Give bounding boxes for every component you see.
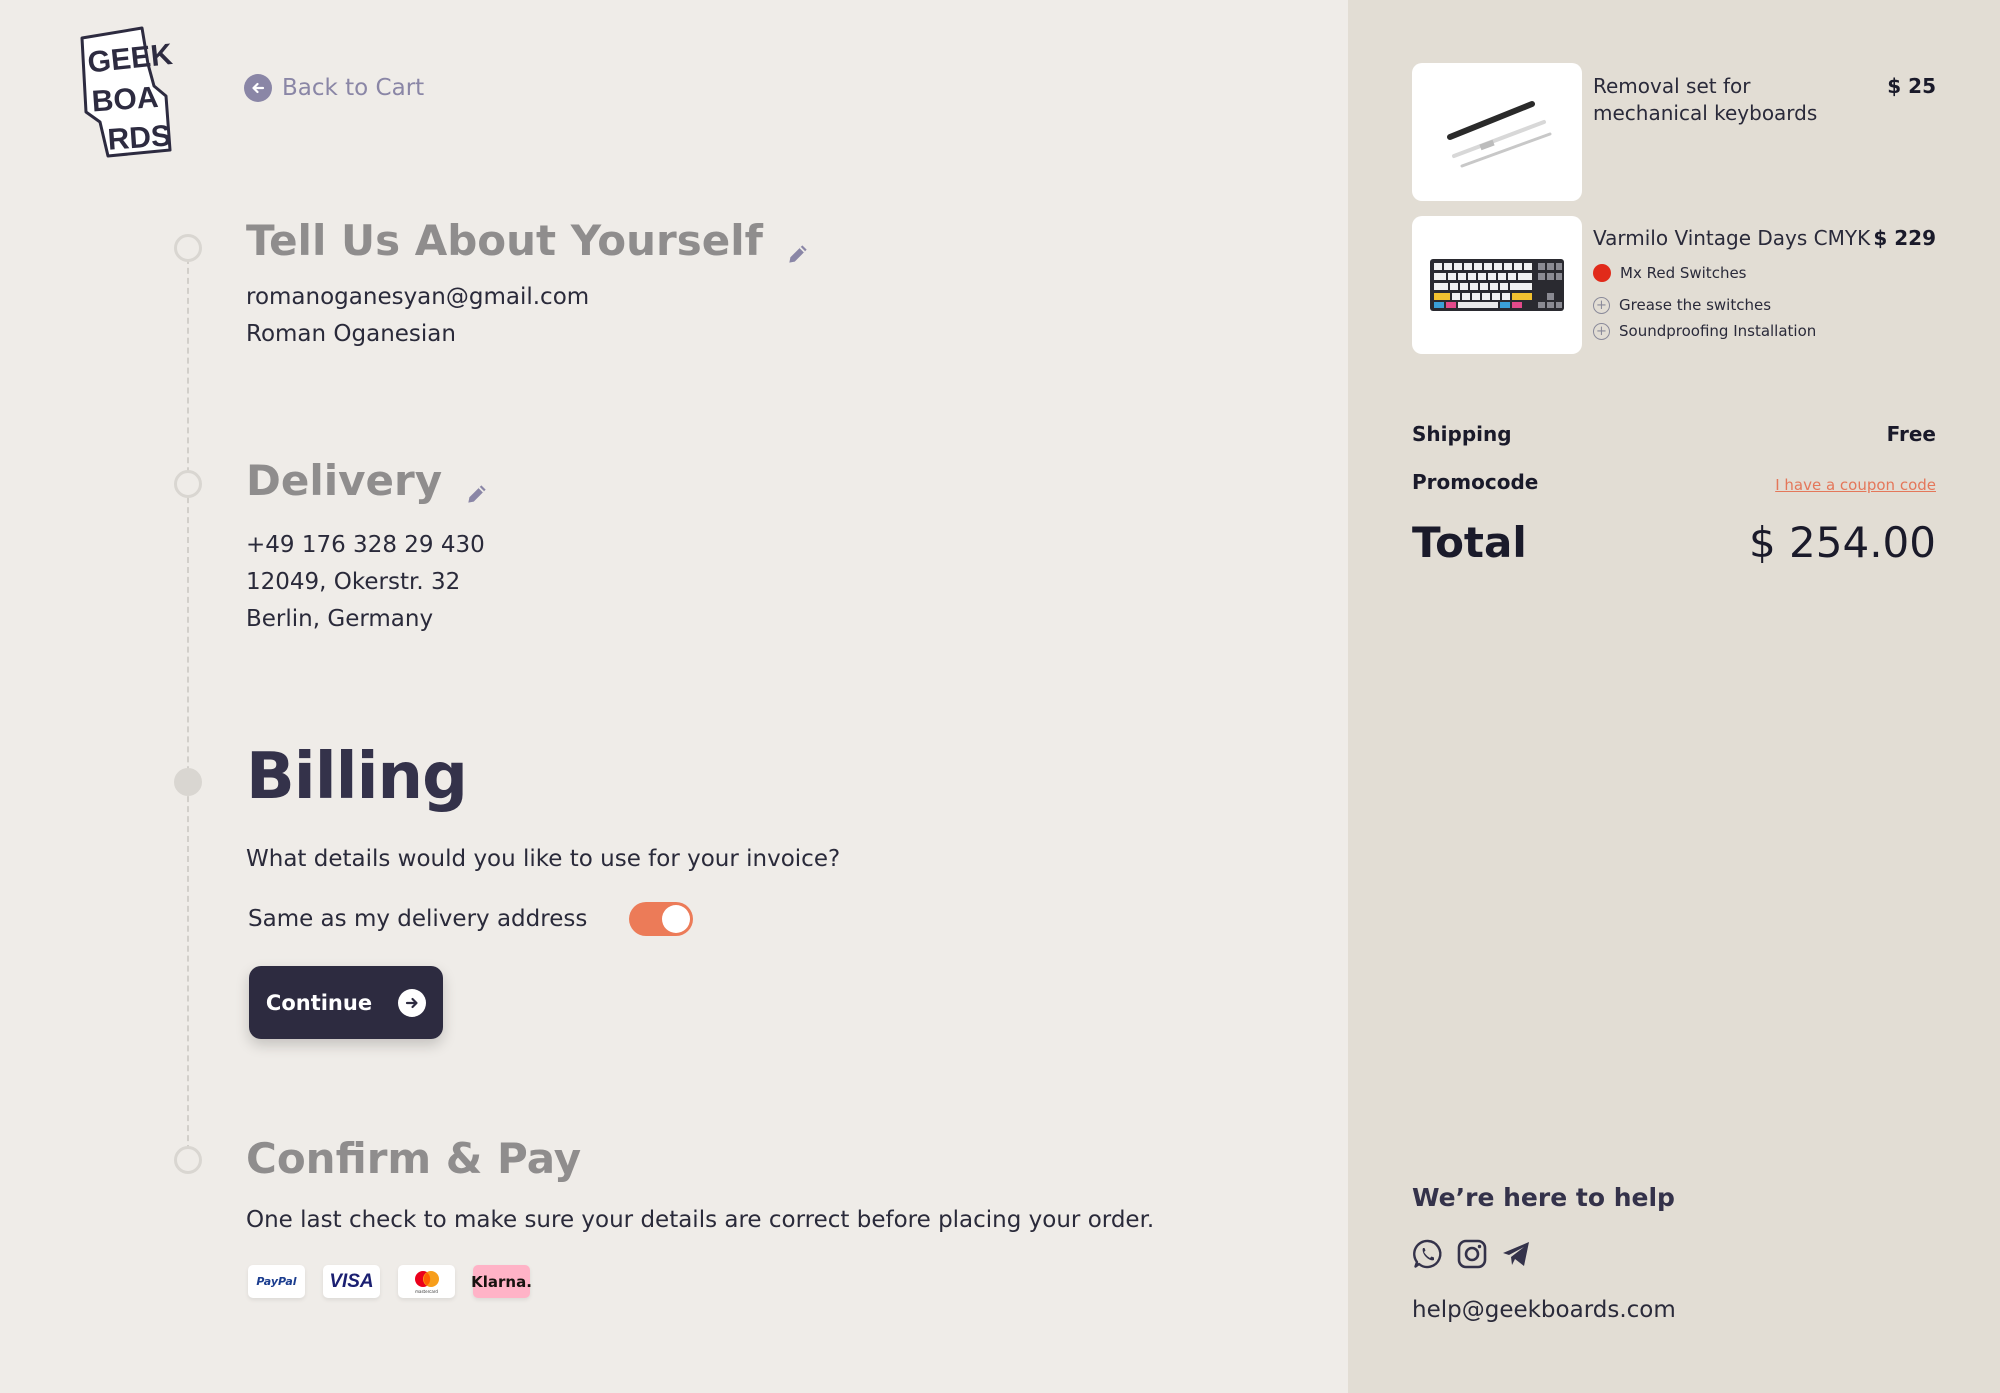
- same-address-toggle[interactable]: [629, 902, 694, 936]
- item-price: $ 229: [1873, 226, 1936, 250]
- progress-timeline: [187, 248, 189, 1161]
- mastercard-logo: mastercard: [398, 1265, 455, 1298]
- step-billing-title: Billing: [246, 740, 468, 814]
- order-summary-panel: Removal set for mechanical keyboards $ 2…: [1348, 0, 2000, 1393]
- plus-circle-icon[interactable]: +: [1593, 322, 1610, 340]
- visa-logo: VISA: [323, 1265, 380, 1298]
- option-soundproofing[interactable]: + Soundproofing Installation: [1593, 322, 1816, 340]
- back-to-cart-link[interactable]: Back to Cart: [244, 74, 424, 102]
- option-label: Grease the switches: [1619, 296, 1772, 314]
- help-title: We’re here to help: [1412, 1183, 1675, 1212]
- continue-button[interactable]: Continue: [249, 966, 443, 1039]
- item-name: Removal set for mechanical keyboards: [1593, 74, 1818, 125]
- back-to-cart-label: Back to Cart: [282, 75, 425, 101]
- checkout-steps-panel: GEEK BOA RDS Back to Cart Tell Us About …: [0, 0, 1348, 1393]
- shipping-label: Shipping: [1412, 422, 1512, 446]
- total-label: Total: [1412, 518, 1527, 567]
- telegram-icon[interactable]: [1500, 1238, 1532, 1270]
- help-email[interactable]: help@geekboards.com: [1412, 1297, 1676, 1323]
- step-delivery: Delivery +49 176 328 29 430 12049, Okers…: [246, 456, 490, 638]
- item-image-removal-set[interactable]: [1412, 63, 1582, 201]
- step-dot-about: [174, 234, 202, 262]
- shipping-value: Free: [1886, 422, 1936, 446]
- billing-question: What details would you like to use for y…: [246, 846, 841, 872]
- option-label: Soundproofing Installation: [1619, 322, 1817, 340]
- arrow-right-icon: [398, 988, 427, 1017]
- item-image-keyboard[interactable]: [1412, 216, 1582, 354]
- coupon-code-link[interactable]: I have a coupon code: [1775, 476, 1936, 494]
- step-dot-delivery: [174, 470, 202, 498]
- paypal-logo: PayPal: [248, 1265, 305, 1298]
- svg-text:RDS: RDS: [107, 119, 172, 156]
- item-name: Varmilo Vintage Days CMYK: [1593, 226, 1871, 250]
- step-dot-billing: [174, 768, 202, 796]
- address-value: 12049, Okerstr. 32: [246, 569, 461, 595]
- whatsapp-icon[interactable]: [1412, 1238, 1444, 1270]
- item-price: $ 25: [1887, 74, 1936, 98]
- step-delivery-title: Delivery: [246, 456, 443, 505]
- continue-label: Continue: [265, 990, 373, 1015]
- option-grease[interactable]: + Grease the switches: [1593, 296, 1771, 314]
- phone-value: +49 176 328 29 430: [246, 532, 485, 558]
- klarna-logo: Klarna.: [471, 1265, 532, 1298]
- step-about: Tell Us About Yourself romanoganesyan@gm…: [246, 216, 811, 353]
- option-label: Mx Red Switches: [1620, 264, 1747, 282]
- step-delivery-header: Delivery: [246, 456, 490, 505]
- svg-text:BOA: BOA: [91, 81, 160, 119]
- pencil-edit-icon[interactable]: [464, 468, 490, 503]
- step-about-header: Tell Us About Yourself: [246, 216, 811, 265]
- step-dot-confirm: [174, 1146, 202, 1174]
- instagram-icon[interactable]: [1456, 1238, 1488, 1270]
- toggle-knob: [662, 905, 691, 933]
- total-value: $ 254.00: [1748, 518, 1936, 567]
- same-address-row: Same as my delivery address: [248, 902, 840, 936]
- step-billing: Billing What details would you like to u…: [246, 740, 840, 936]
- step-about-title: Tell Us About Yourself: [246, 216, 763, 265]
- full-name-value: Roman Oganesian: [246, 321, 456, 347]
- arrow-left-icon: [244, 74, 272, 102]
- geekboards-logo[interactable]: GEEK BOA RDS: [74, 24, 176, 160]
- social-links: [1412, 1238, 1532, 1270]
- red-switch-swatch: [1593, 264, 1611, 282]
- option-switches: Mx Red Switches: [1593, 264, 1747, 282]
- city-value: Berlin, Germany: [246, 606, 434, 632]
- payment-methods: PayPal VISA mastercard Klarna.: [248, 1265, 532, 1298]
- same-address-label: Same as my delivery address: [248, 906, 588, 932]
- plus-circle-icon[interactable]: +: [1593, 296, 1610, 314]
- step-about-details: romanoganesyan@gmail.com Roman Oganesian: [246, 279, 811, 353]
- step-delivery-details: +49 176 328 29 430 12049, Okerstr. 32 Be…: [246, 527, 490, 638]
- pencil-edit-icon[interactable]: [785, 228, 811, 263]
- step-confirm: Confirm & Pay One last check to make sur…: [246, 1134, 1154, 1233]
- promocode-label: Promocode: [1412, 470, 1539, 494]
- email-value: romanoganesyan@gmail.com: [246, 284, 590, 310]
- step-confirm-title: Confirm & Pay: [246, 1134, 582, 1183]
- confirm-text: One last check to make sure your details…: [246, 1207, 1155, 1233]
